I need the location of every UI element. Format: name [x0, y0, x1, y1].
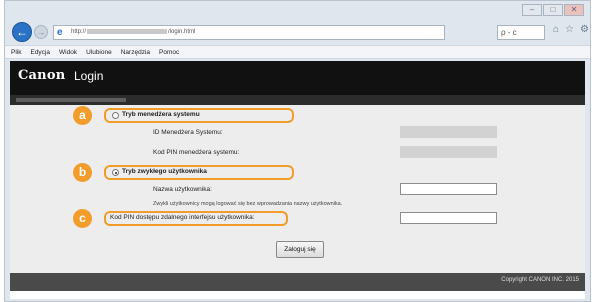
maximize-icon[interactable]: □ [543, 4, 563, 16]
system-manager-mode-label: Tryb menedżera systemu [122, 111, 200, 118]
system-manager-mode-radio[interactable] [112, 112, 119, 119]
annotation-badge-a: a [73, 106, 92, 125]
annotation-badge-b: b [73, 163, 92, 182]
system-manager-id-label: ID Menedżera Systemu: [153, 129, 223, 136]
login-form: a Tryb menedżera systemu ID Menedżera Sy… [10, 105, 585, 273]
device-info-bar [10, 95, 585, 105]
login-button[interactable]: Zaloguj się [276, 241, 324, 258]
address-bar[interactable]: e http:///login.html [53, 25, 445, 40]
system-manager-pin-field[interactable] [400, 146, 497, 158]
menu-item-view[interactable]: Widok [59, 46, 77, 58]
address-url: http:///login.html [71, 28, 196, 35]
general-user-mode-label: Tryb zwykłego użytkownika [122, 168, 207, 175]
menu-item-file[interactable]: Plik [11, 46, 21, 58]
minimize-icon[interactable]: – [522, 4, 542, 16]
back-arrow-icon[interactable]: ← [12, 22, 32, 42]
gear-icon[interactable]: ⚙ [580, 24, 589, 35]
system-manager-id-field[interactable] [400, 126, 497, 138]
page-title: Login [74, 69, 104, 83]
username-label: Nazwa użytkownika: [153, 186, 212, 193]
search-refresh-controls[interactable]: ρ - c [497, 25, 545, 40]
menu-item-edit[interactable]: Edycja [30, 46, 50, 58]
window-controls: – □ ✕ [522, 4, 584, 16]
annotation-badge-c: c [73, 209, 92, 228]
menu-item-favorites[interactable]: Ulubione [86, 46, 112, 58]
toolbar-icons: ⌂ ☆ ⚙ [553, 24, 589, 35]
menu-item-tools[interactable]: Narzędzia [121, 46, 150, 58]
menu-item-help[interactable]: Pomoc [159, 46, 179, 58]
forward-arrow-icon[interactable]: → [34, 25, 48, 39]
page-header: Canon Login [10, 61, 585, 95]
remote-ui-pin-field[interactable] [400, 212, 497, 224]
copyright-text: Copyright CANON INC. 2015 [501, 277, 579, 283]
blurred-host [87, 28, 168, 34]
home-icon[interactable]: ⌂ [553, 24, 559, 35]
browser-window: – □ ✕ ← → e http:///login.html ρ - c ⌂ ☆… [4, 0, 591, 302]
canon-logo: Canon [18, 68, 66, 83]
remote-ui-pin-label: Kod PIN dostępu zdalnego interfejsu użyt… [110, 214, 255, 221]
blurred-device-name [16, 98, 126, 102]
web-page: Canon Login a Tryb menedżera systemu ID … [10, 61, 585, 299]
page-footer: Copyright CANON INC. 2015 [10, 273, 585, 291]
username-field[interactable] [400, 183, 497, 195]
system-manager-pin-label: Kod PIN menedżera systemu: [153, 149, 240, 156]
star-icon[interactable]: ☆ [565, 24, 574, 35]
menu-bar: Plik Edycja Widok Ulubione Narzędzia Pom… [5, 45, 590, 59]
ie-page-icon: e [57, 27, 63, 38]
general-user-mode-radio[interactable] [112, 169, 119, 176]
username-note: Zwykli użytkownicy mogą logować się bez … [153, 201, 343, 207]
navigation-bar: ← → e http:///login.html ρ - c ⌂ ☆ ⚙ [5, 21, 590, 45]
close-icon[interactable]: ✕ [564, 4, 584, 16]
